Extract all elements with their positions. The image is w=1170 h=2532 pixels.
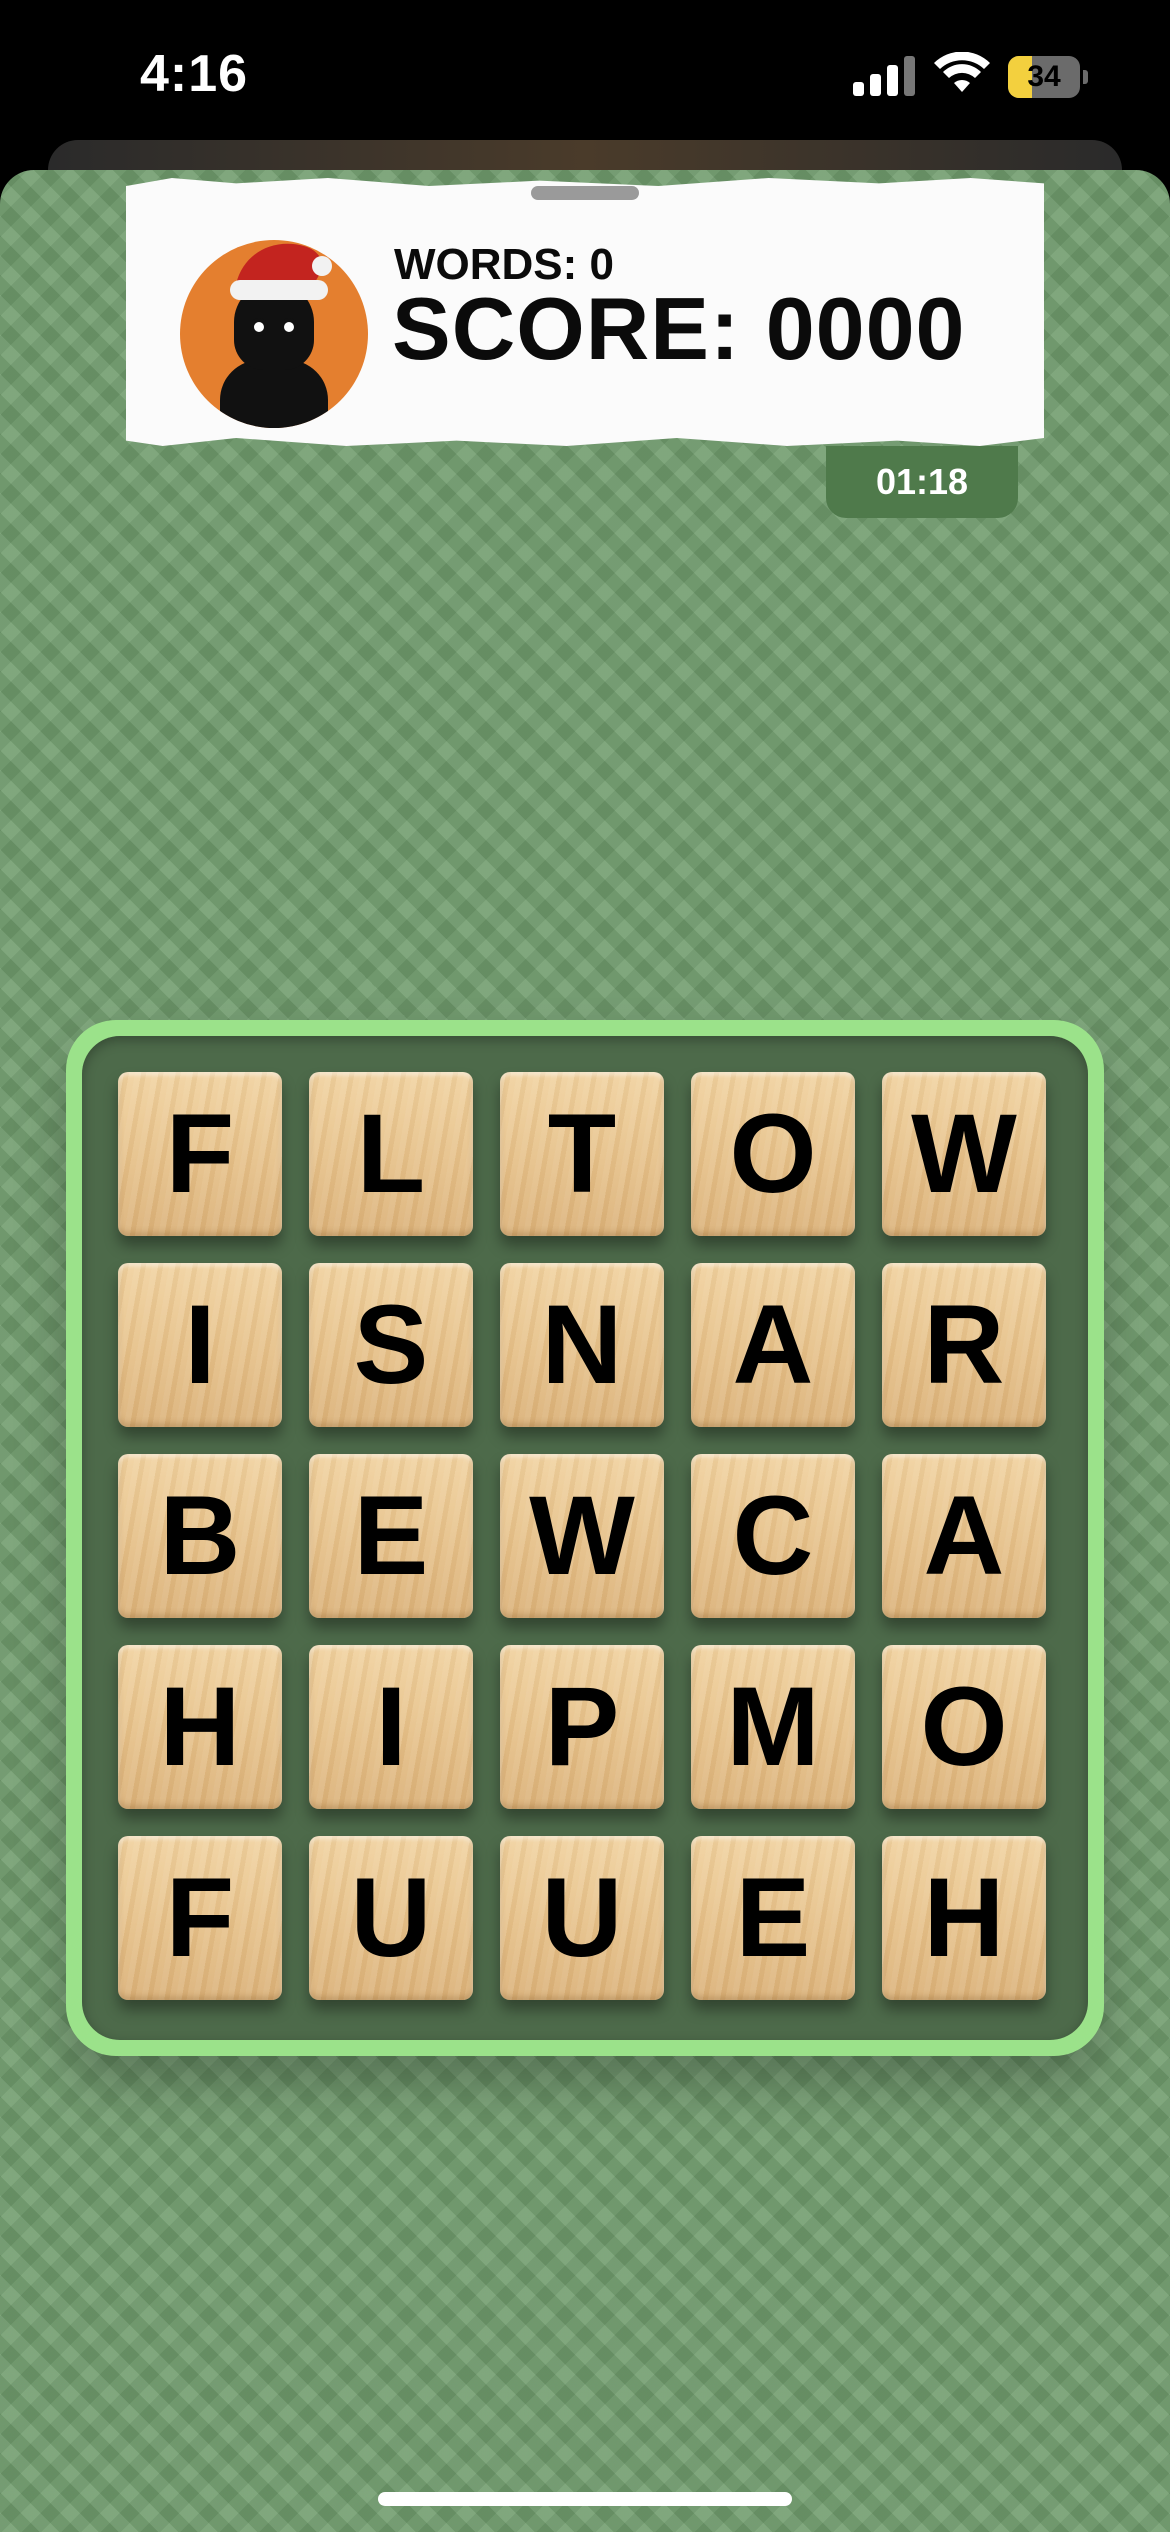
status-bar: 4:16 34 (0, 0, 1170, 150)
letter-tile[interactable]: N (500, 1263, 664, 1427)
santa-hat-icon (230, 243, 332, 300)
status-time: 4:16 (140, 45, 249, 103)
letter-tile[interactable]: U (500, 1836, 664, 2000)
letter-tile[interactable]: S (309, 1263, 473, 1427)
home-indicator[interactable] (378, 2492, 792, 2506)
battery-icon: 34 (1008, 56, 1088, 98)
letter-tile[interactable]: H (118, 1645, 282, 1809)
letter-tile[interactable]: C (691, 1454, 855, 1618)
score-value: SCORE: 0000 (392, 279, 966, 378)
letter-tile[interactable]: A (882, 1454, 1046, 1618)
countdown-timer: 01:18 (826, 446, 1018, 518)
letter-tile[interactable]: T (500, 1072, 664, 1236)
wifi-icon (934, 52, 990, 92)
letter-tile[interactable]: P (500, 1645, 664, 1809)
letter-tile[interactable]: U (309, 1836, 473, 2000)
letter-tile[interactable]: W (882, 1072, 1046, 1236)
scoreboard-card: WORDS: 0 SCORE: 0000 (126, 178, 1044, 446)
letter-tile[interactable]: I (118, 1263, 282, 1427)
letter-tile[interactable]: E (691, 1836, 855, 2000)
letter-tile[interactable]: E (309, 1454, 473, 1618)
letter-tile[interactable]: I (309, 1645, 473, 1809)
player-avatar[interactable] (180, 240, 368, 428)
letter-tile[interactable]: O (691, 1072, 855, 1236)
letter-tile[interactable]: M (691, 1645, 855, 1809)
letter-tile[interactable]: A (691, 1263, 855, 1427)
letter-tile[interactable]: O (882, 1645, 1046, 1809)
letter-tile[interactable]: R (882, 1263, 1046, 1427)
letter-tile[interactable]: F (118, 1836, 282, 2000)
letter-board: FLTOWISNARBEWCAHIPMOFUUEH (66, 1020, 1104, 2056)
letter-tile[interactable]: H (882, 1836, 1046, 2000)
battery-percent: 34 (1027, 60, 1061, 93)
cellular-signal-icon (853, 56, 915, 96)
letter-tile[interactable]: B (118, 1454, 282, 1618)
letter-tile[interactable]: L (309, 1072, 473, 1236)
sheet-drag-handle[interactable] (531, 186, 639, 200)
letter-tile[interactable]: F (118, 1072, 282, 1236)
letter-tile[interactable]: W (500, 1454, 664, 1618)
board-grid: FLTOWISNARBEWCAHIPMOFUUEH (82, 1036, 1088, 2040)
